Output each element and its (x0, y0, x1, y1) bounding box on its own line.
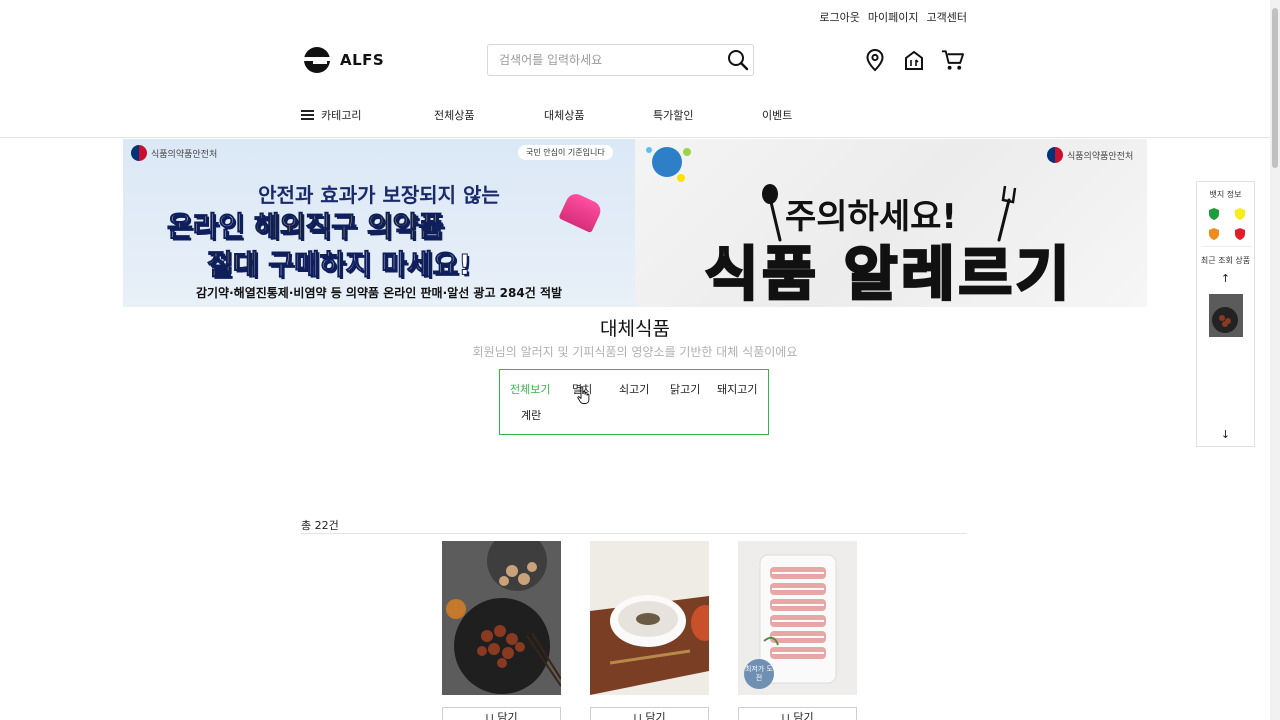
search-icon (728, 50, 749, 71)
list-divider (301, 533, 967, 534)
page-scrollbar[interactable] (1270, 0, 1280, 720)
logout-link[interactable]: 로그아웃 (819, 9, 859, 25)
add-to-cart-button[interactable]: ⊔ 담기 (590, 707, 709, 720)
nav-category[interactable]: 카테고리 (301, 107, 361, 123)
recent-items-title: 최근 조회 상품 (1200, 256, 1251, 265)
shield-orange-icon (1207, 226, 1221, 240)
hand-cursor-icon (577, 386, 590, 404)
banner-line-4: 감기약·해열진통제·비염약 등 의약품 온라인 판매·알선 광고 284건 적발 (195, 286, 563, 300)
logo-text: ALFS (340, 50, 385, 69)
banner-overseas-drugs[interactable]: 식품의약품안전처 국민 안심이 기준입니다 안전과 효과가 보장되지 않는 온라… (123, 139, 635, 307)
logo-icon (303, 47, 332, 73)
add-to-cart-button[interactable]: ⊔ 담기 (738, 707, 857, 720)
agency-label-right: 식품의약품안전처 (1047, 147, 1133, 163)
banner-line-2: 온라인 해외직구 의약품 (166, 210, 445, 244)
basket-icon: ⊔ (485, 711, 498, 720)
section-title: 대체식품 (600, 318, 670, 340)
main-nav: 카테고리 전체상품 대체상품 특가할인 이벤트 (301, 106, 967, 124)
filter-pork[interactable]: 돼지고기 (717, 381, 757, 397)
scrollbar-thumb[interactable] (1272, 8, 1278, 168)
support-link[interactable]: 고객센터 (927, 9, 967, 25)
badge-info-title: 뱃지 정보 (1209, 190, 1242, 199)
product-image[interactable] (590, 541, 709, 695)
category-filter: 전체보기 멸치 쇠고기 닭고기 돼지고기 계란 (499, 369, 769, 435)
search-input[interactable] (488, 45, 723, 75)
basket-icon: ⊔ (781, 711, 794, 720)
add-to-cart-button[interactable]: ⊔ 담기 (442, 707, 561, 720)
agency-label: 식품의약품안전처 (131, 145, 217, 161)
cart-icon[interactable] (940, 47, 965, 72)
filter-chicken[interactable]: 닭고기 (670, 381, 700, 397)
search-button[interactable] (723, 45, 753, 75)
badge-legend (1207, 206, 1247, 240)
product-image[interactable]: 최저가 도전 (738, 541, 857, 695)
product-card: ⊔ 담기 (442, 541, 561, 720)
logo[interactable]: ALFS (301, 45, 384, 74)
lowest-price-badge: 최저가 도전 (744, 659, 774, 689)
banner-slogan: 국민 안심이 기준입니다 (518, 145, 613, 160)
banner-line-3: 절대 구매하지 마세요! (207, 248, 472, 282)
product-card: ⊔ 담기 (590, 541, 709, 720)
nav-event[interactable]: 이벤트 (762, 107, 792, 123)
shield-red-icon (1233, 226, 1247, 240)
scroll-up-arrow-icon[interactable]: ↑ (1197, 272, 1254, 285)
page: 로그아웃 마이페이지 고객센터 ALFS 검색어를 입력하세요 카테고리 전체상… (0, 0, 1280, 720)
nav-substitute-products[interactable]: 대체상품 (544, 107, 584, 123)
recent-item-thumbnail[interactable] (1209, 294, 1243, 337)
shield-green-icon (1207, 206, 1221, 220)
utility-links: 로그아웃 마이페이지 고객센터 (819, 9, 967, 25)
filter-all[interactable]: 전체보기 (510, 381, 550, 397)
side-widget: 뱃지 정보 최근 조회 상품 ↑ ↓ (1196, 181, 1255, 447)
banner-food-allergy[interactable]: 식품의약품안전처 주의하세요! 식품 알레르기 (635, 139, 1147, 307)
nav-all-products[interactable]: 전체상품 (434, 107, 474, 123)
campaign-logo-icon (646, 147, 691, 182)
filter-egg[interactable]: 계란 (521, 407, 541, 423)
menu-icon (301, 110, 314, 120)
scroll-down-arrow-icon[interactable]: ↓ (1197, 428, 1254, 441)
side-divider (1201, 246, 1252, 247)
location-pin-icon[interactable] (862, 47, 887, 72)
search-bar (487, 44, 754, 76)
section-subtitle: 회원님의 알러지 및 기피식품의 영양소를 기반한 대체 식품이에요 (472, 345, 798, 359)
nav-discount[interactable]: 특가할인 (653, 107, 693, 123)
result-count: 총 22건 (301, 519, 339, 532)
filter-beef[interactable]: 쇠고기 (619, 381, 649, 397)
basket-icon: ⊔ (633, 711, 646, 720)
government-emblem-icon (131, 145, 147, 161)
header-icons (862, 47, 965, 72)
nav-divider (0, 137, 1270, 138)
mypage-link[interactable]: 마이페이지 (868, 9, 919, 25)
government-emblem-icon (1047, 147, 1063, 163)
shield-yellow-icon (1233, 206, 1247, 220)
product-card: 최저가 도전 ⊔ 담기 (738, 541, 857, 720)
banner-title-2: 식품 알레르기 (703, 239, 1074, 308)
product-image[interactable] (442, 541, 561, 695)
nav-category-label: 카테고리 (321, 109, 362, 122)
store-icon[interactable] (901, 47, 926, 72)
banner-line-1: 안전과 효과가 보장되지 않는 (258, 183, 500, 207)
